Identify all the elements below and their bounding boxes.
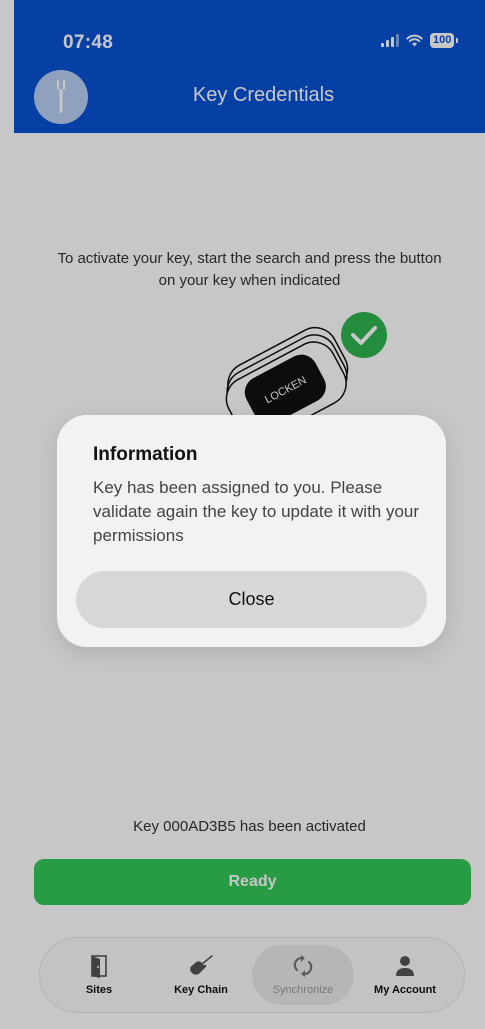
dialog-title: Information — [93, 444, 198, 465]
dialog-message: Key has been assigned to you. Please val… — [93, 478, 420, 545]
close-button[interactable]: Close — [76, 571, 427, 628]
information-dialog: Information Key has been assigned to you… — [57, 415, 446, 647]
